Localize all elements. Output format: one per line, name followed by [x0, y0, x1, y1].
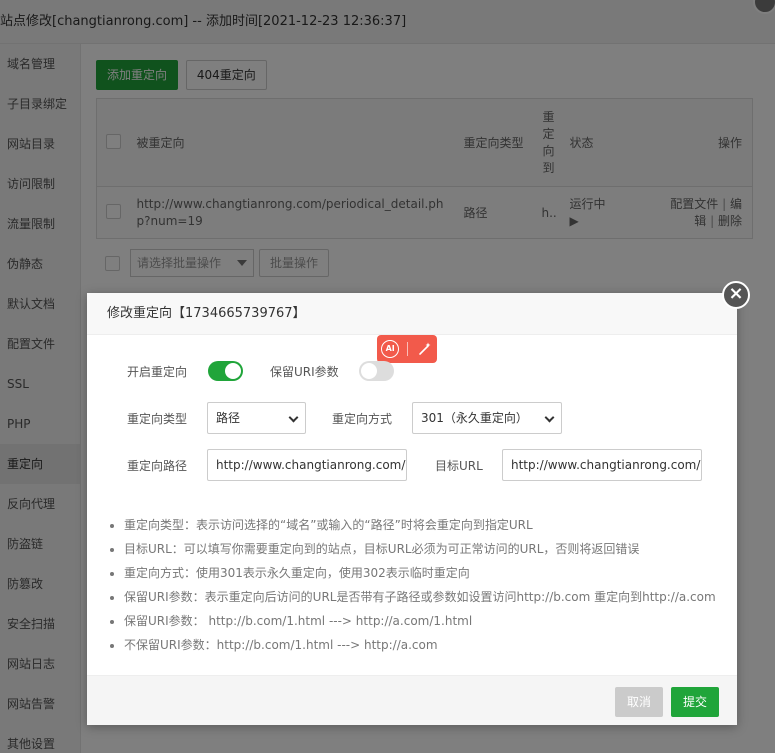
- enable-redirect-label: 开启重定向: [127, 364, 188, 379]
- chevron-down-icon: [544, 412, 555, 423]
- target-url-input[interactable]: http://www.changtianrong.com/periodical_…: [502, 449, 702, 481]
- redirect-method-select[interactable]: 301（永久重定向）: [412, 402, 562, 434]
- help-tips: 重定向类型：表示访问选择的“域名”或输入的“路径”时将会重定向到指定URL 目标…: [109, 513, 719, 657]
- redirect-path-label: 重定向路径: [127, 458, 188, 473]
- tip-item: 目标URL：可以填写你需要重定向到的站点，目标URL必须为可正常访问的URL，否…: [124, 537, 719, 561]
- ai-icon: AI: [381, 340, 400, 358]
- tip-item: 保留URI参数：表示重定向后访问的URL是否带有子路径或参数如设置访问http:…: [124, 585, 719, 609]
- redirect-path-input[interactable]: http://www.changtianrong.com/periodical_…: [207, 449, 407, 481]
- submit-button[interactable]: 提交: [671, 687, 719, 717]
- edit-redirect-dialog: 修改重定向【1734665739767】 × AI 开启重定向 保留URI参数 …: [87, 281, 750, 725]
- chevron-down-icon: [288, 412, 299, 423]
- keep-uri-label: 保留URI参数: [270, 364, 339, 379]
- tip-item: 重定向方式：使用301表示永久重定向，使用302表示临时重定向: [124, 561, 719, 585]
- redirect-method-label: 重定向方式: [332, 411, 393, 426]
- keep-uri-toggle[interactable]: [359, 361, 394, 381]
- enable-redirect-toggle[interactable]: [208, 361, 243, 381]
- target-url-label: 目标URL: [435, 458, 483, 473]
- close-icon[interactable]: ×: [722, 281, 750, 309]
- tip-item: 重定向类型：表示访问选择的“域名”或输入的“路径”时将会重定向到指定URL: [124, 513, 719, 537]
- cancel-button[interactable]: 取消: [615, 687, 663, 717]
- redirect-type-label: 重定向类型: [127, 411, 188, 426]
- dialog-footer: 取消 提交: [87, 675, 737, 725]
- dialog-title: 修改重定向【1734665739767】: [87, 293, 737, 335]
- ai-assistant-badge[interactable]: AI: [377, 335, 437, 363]
- redirect-type-select[interactable]: 路径: [207, 402, 306, 434]
- tip-item: 不保留URI参数：http://b.com/1.html ---> http:/…: [124, 633, 719, 657]
- magic-wand-icon: [419, 342, 431, 355]
- tip-item: 保留URI参数： http://b.com/1.html ---> http:/…: [124, 609, 719, 633]
